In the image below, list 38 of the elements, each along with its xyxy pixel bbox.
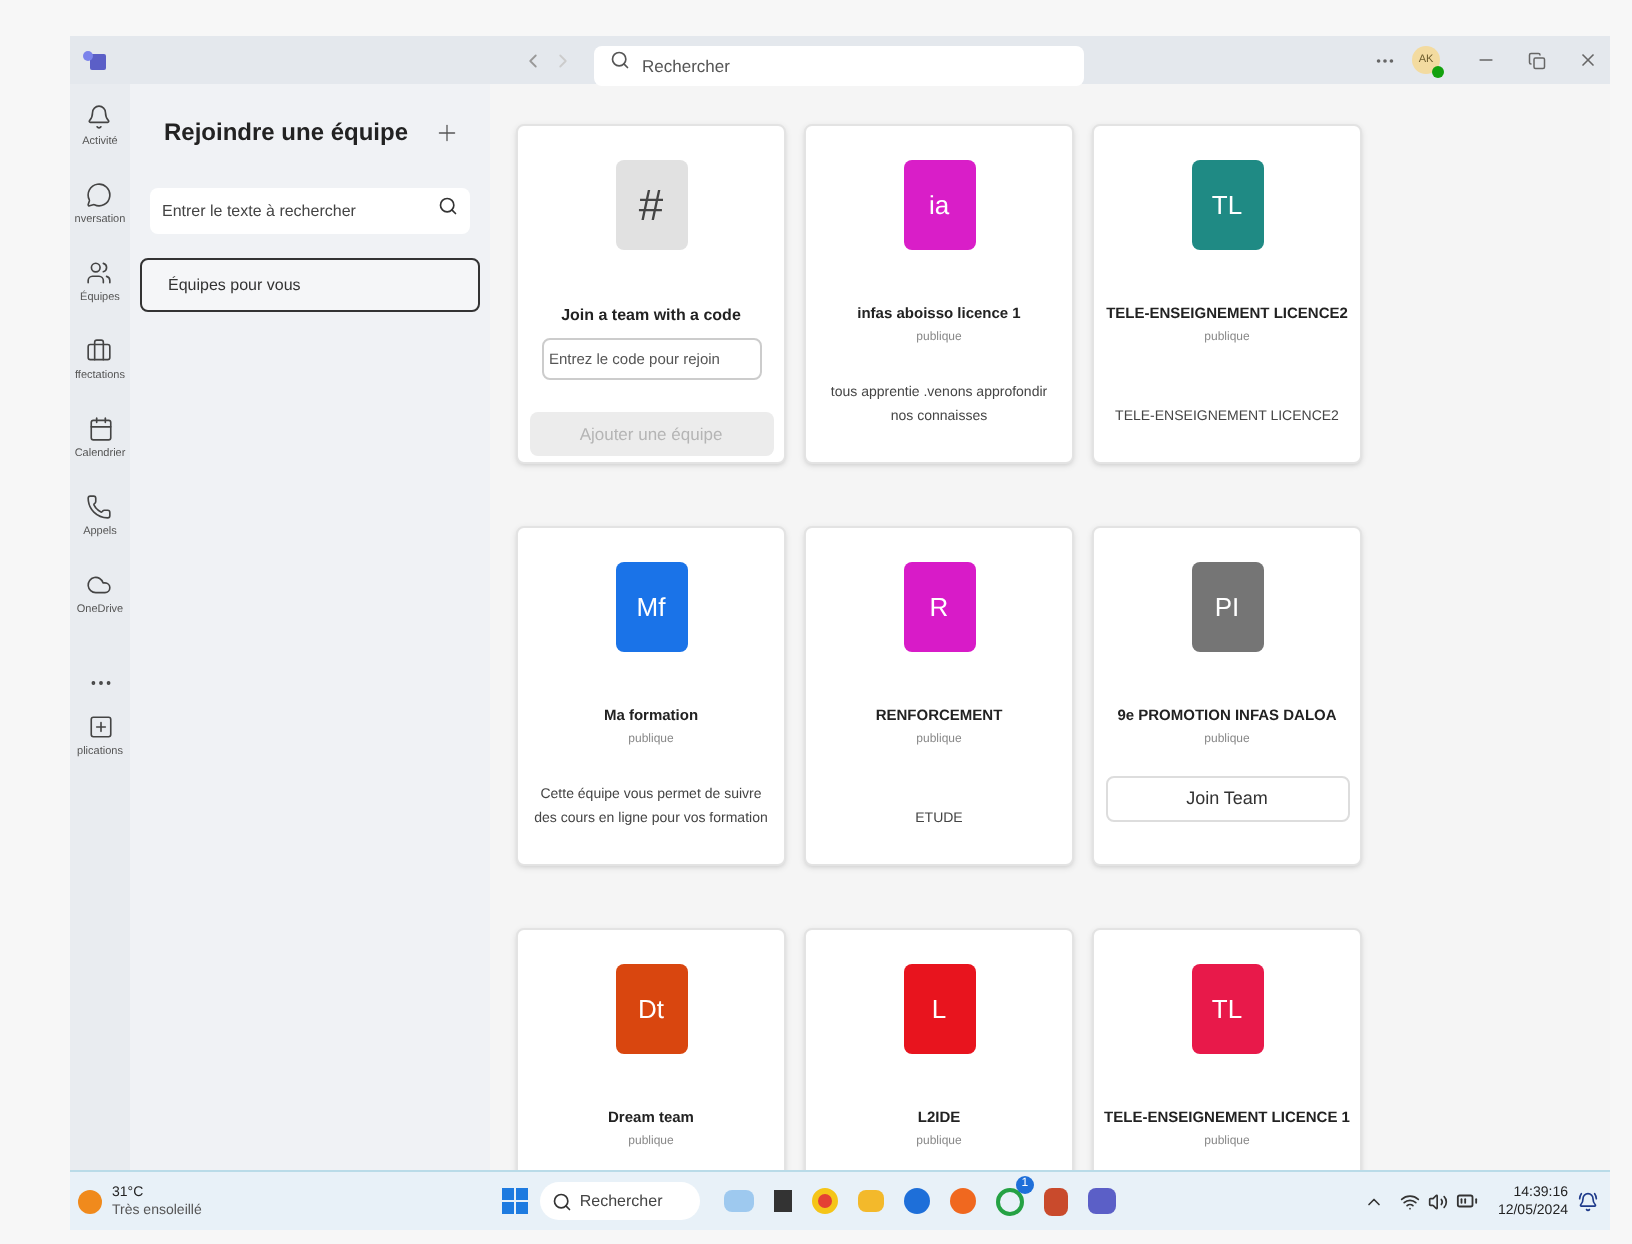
briefcase-icon[interactable]	[86, 338, 113, 364]
add-icon[interactable]	[434, 119, 460, 145]
team-avatar: PI	[1191, 562, 1263, 652]
join-team-button[interactable]: Join Team	[1105, 776, 1349, 822]
panel-search-field[interactable]: Entrer le texte à rechercher	[150, 188, 470, 234]
volume-icon[interactable]	[1427, 1191, 1448, 1211]
square-icon[interactable]	[773, 1190, 792, 1212]
app-logo-icon	[82, 48, 106, 72]
team-avatar: TL	[1191, 160, 1263, 250]
team-avatar: Mf	[615, 562, 687, 652]
notification-bell-icon[interactable]	[1578, 1191, 1598, 1211]
people-icon[interactable]	[86, 260, 113, 286]
hash-tile: #	[615, 160, 687, 250]
chat-icon[interactable]	[86, 182, 113, 208]
battery-icon[interactable]	[1455, 1190, 1478, 1212]
team-avatar: R	[903, 562, 975, 652]
cloud-icon[interactable]	[86, 572, 113, 598]
team-avatar: L	[903, 964, 975, 1054]
card-title: Join a team with a code	[561, 304, 741, 328]
sun-icon	[78, 1189, 102, 1213]
panel-title: Rejoindre une équipe	[164, 116, 409, 150]
search-icon	[610, 50, 630, 70]
panel-list-item[interactable]: Équipes pour vous	[140, 258, 480, 312]
team-avatar: ia	[903, 160, 975, 250]
plus-square-icon[interactable]	[87, 714, 113, 740]
team-avatar: Dt	[615, 964, 687, 1054]
team-avatar: TL	[1191, 964, 1263, 1054]
wifi-icon[interactable]	[1399, 1191, 1420, 1211]
search-icon	[438, 196, 458, 216]
close-icon[interactable]	[1578, 50, 1598, 70]
global-search-field[interactable]: Rechercher	[594, 46, 1084, 86]
search-icon	[551, 1191, 572, 1211]
phone-icon[interactable]	[86, 494, 113, 520]
taskbar-search[interactable]: Rechercher	[539, 1182, 700, 1220]
start-icon[interactable]	[501, 1188, 528, 1214]
calendar-icon[interactable]	[87, 416, 113, 442]
bell-icon[interactable]	[86, 104, 113, 130]
restore-icon[interactable]	[1528, 51, 1546, 69]
